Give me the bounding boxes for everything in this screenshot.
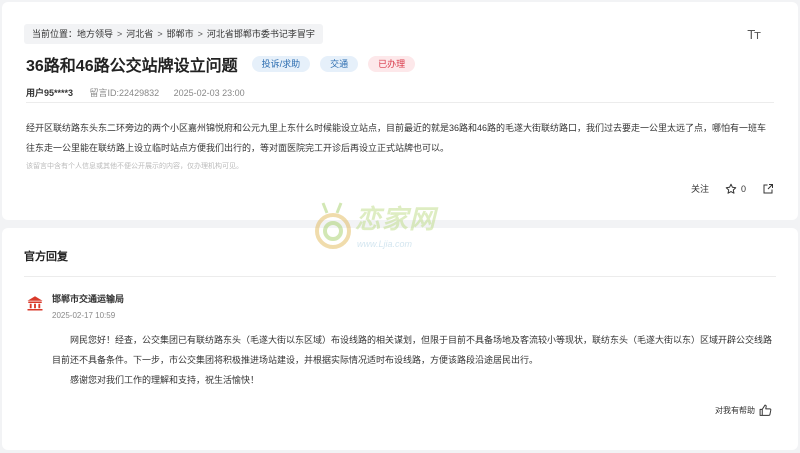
divider: [26, 102, 774, 103]
message-card: 当前位置：地方领导 > 河北省 > 邯郸市 > 河北省邯郸市委书记李冒宇 Tт 36路和46…: [2, 2, 798, 220]
breadcrumb: 当前位置：地方领导 > 河北省 > 邯郸市 > 河北省邯郸市委书记李冒宇: [24, 24, 323, 44]
reply-org: 邯郸市交通运输局 2025-02-17 10:59: [26, 292, 124, 320]
message-meta: 用户95****3 留言ID:22429832 2025-02-03 23:00: [26, 86, 245, 99]
breadcrumb-item-hebei[interactable]: 河北省: [126, 29, 153, 39]
message-id: 留言ID:22429832: [89, 88, 160, 98]
reply-section-title: 官方回复: [24, 251, 68, 263]
font-size-button[interactable]: Tт: [748, 28, 761, 42]
breadcrumb-item-handan[interactable]: 邯郸市: [167, 29, 194, 39]
title-row: 36路和46路公交站牌设立问题 投诉/求助 交通 已办理: [26, 52, 425, 76]
share-icon: [763, 183, 773, 193]
like-button[interactable]: 0: [725, 183, 746, 195]
follow-button[interactable]: 关注: [691, 182, 709, 195]
share-button[interactable]: [762, 183, 774, 195]
message-content: 经开区联纺路东头东二环旁边的两个小区嘉州锦悦府和公元九里上东什么时候能设立站点，…: [26, 123, 767, 153]
helpful-label: 对我有帮助: [715, 406, 755, 415]
divider: [24, 276, 776, 277]
status-badge: 已办理: [368, 56, 416, 72]
government-building-icon: [27, 296, 43, 311]
breadcrumb-separator: >: [157, 29, 163, 39]
like-count: 0: [740, 183, 746, 194]
helpful-button[interactable]: 对我有帮助: [715, 404, 772, 417]
org-name: 邯郸市交通运输局: [52, 294, 125, 304]
action-bar: 关注 0: [675, 182, 774, 195]
user-name: 用户95****3: [26, 88, 74, 98]
tag-traffic: 交通: [320, 56, 359, 72]
privacy-notice: 该留言中含有个人信息或其他不便公开展示的内容，仅办理机构可见。: [26, 163, 243, 170]
reply-paragraph: 网民您好！经查，公交集团已有联纺路东头（毛遂大街以东区域）布设线路的相关谋划，但…: [52, 335, 773, 365]
star-icon: [725, 183, 737, 194]
thumbs-up-icon: [759, 404, 772, 416]
breadcrumb-item-local-leaders[interactable]: 地方领导: [77, 29, 113, 39]
breadcrumb-prefix: 当前位置：: [32, 29, 78, 39]
breadcrumb-item-secretary[interactable]: 河北省邯郸市委书记李冒宇: [207, 29, 315, 39]
breadcrumb-separator: >: [197, 29, 203, 39]
reply-date: 2025-02-17 10:59: [52, 311, 116, 320]
reply-paragraph: 感谢您对我们工作的理解和支持，祝生活愉快！: [70, 375, 260, 385]
breadcrumb-separator: >: [117, 29, 123, 39]
message-datetime: 2025-02-03 23:00: [173, 88, 245, 98]
page-title: 36路和46路公交站牌设立问题: [26, 58, 238, 75]
tag-complaint: 投诉/求助: [251, 56, 311, 72]
reply-content: 网民您好！经查，公交集团已有联纺路东头（毛遂大街以东区域）布设线路的相关谋划，但…: [52, 330, 776, 390]
